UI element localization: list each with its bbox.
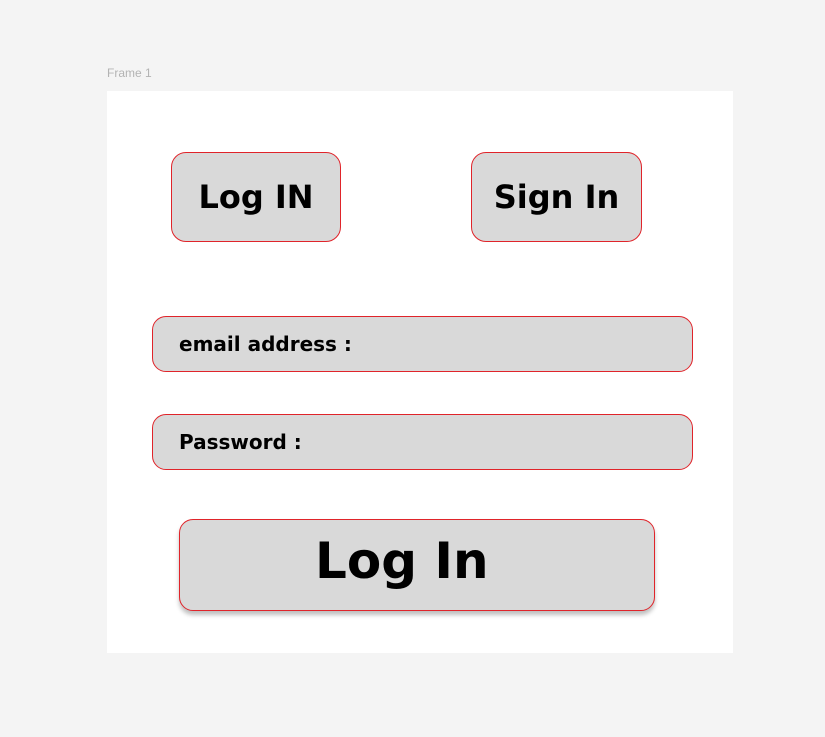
login-frame: Log IN Sign In email address : Password … xyxy=(107,91,733,653)
password-field[interactable]: Password : xyxy=(152,414,693,470)
email-field[interactable]: email address : xyxy=(152,316,693,372)
email-field-label: email address : xyxy=(179,332,352,356)
frame-label: Frame 1 xyxy=(107,66,152,80)
signin-tab-button[interactable]: Sign In xyxy=(471,152,642,242)
login-submit-button[interactable]: Log In xyxy=(179,519,655,611)
password-field-label: Password : xyxy=(179,430,302,454)
login-tab-button[interactable]: Log IN xyxy=(171,152,341,242)
